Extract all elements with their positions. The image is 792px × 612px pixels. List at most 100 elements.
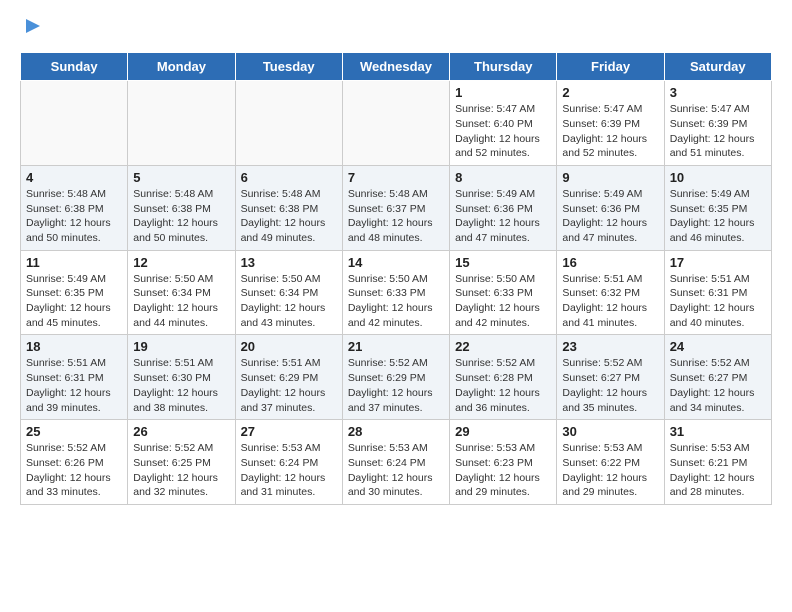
day-info: Sunrise: 5:51 AM Sunset: 6:32 PM Dayligh… — [562, 272, 658, 331]
day-number: 20 — [241, 339, 337, 354]
day-number: 12 — [133, 255, 229, 270]
day-info: Sunrise: 5:53 AM Sunset: 6:24 PM Dayligh… — [348, 441, 444, 500]
calendar-cell: 13 Sunrise: 5:50 AM Sunset: 6:34 PM Dayli… — [235, 250, 342, 335]
day-number: 16 — [562, 255, 658, 270]
day-info: Sunrise: 5:52 AM Sunset: 6:27 PM Dayligh… — [670, 356, 766, 415]
day-info: Sunrise: 5:52 AM Sunset: 6:27 PM Dayligh… — [562, 356, 658, 415]
day-number: 2 — [562, 85, 658, 100]
day-info: Sunrise: 5:53 AM Sunset: 6:24 PM Dayligh… — [241, 441, 337, 500]
day-number: 28 — [348, 424, 444, 439]
calendar-week-row: 1Sunrise: 5:47 AM Sunset: 6:40 PM Daylig… — [21, 81, 772, 166]
calendar-cell: 16 Sunrise: 5:51 AM Sunset: 6:32 PM Dayli… — [557, 250, 664, 335]
day-info: Sunrise: 5:47 AM Sunset: 6:39 PM Dayligh… — [562, 102, 658, 161]
day-number: 23 — [562, 339, 658, 354]
day-number: 13 — [241, 255, 337, 270]
day-number: 9 — [562, 170, 658, 185]
logo — [20, 20, 42, 44]
day-info: Sunrise: 5:49 AM Sunset: 6:36 PM Dayligh… — [455, 187, 551, 246]
day-number: 15 — [455, 255, 551, 270]
day-number: 8 — [455, 170, 551, 185]
day-info: Sunrise: 5:52 AM Sunset: 6:25 PM Dayligh… — [133, 441, 229, 500]
day-number: 25 — [26, 424, 122, 439]
calendar-cell: 4Sunrise: 5:48 AM Sunset: 6:38 PM Daylig… — [21, 165, 128, 250]
calendar-cell: 30 Sunrise: 5:53 AM Sunset: 6:22 PM Dayli… — [557, 420, 664, 505]
calendar-week-row: 11Sunrise: 5:49 AM Sunset: 6:35 PM Dayli… — [21, 250, 772, 335]
day-number: 21 — [348, 339, 444, 354]
calendar-cell: 5 Sunrise: 5:48 AM Sunset: 6:38 PM Daylig… — [128, 165, 235, 250]
day-info: Sunrise: 5:49 AM Sunset: 6:36 PM Dayligh… — [562, 187, 658, 246]
logo-arrow-icon — [24, 17, 42, 35]
day-of-week-wednesday: Wednesday — [342, 53, 449, 81]
day-number: 29 — [455, 424, 551, 439]
day-of-week-saturday: Saturday — [664, 53, 771, 81]
calendar-cell: 14Sunrise: 5:50 AM Sunset: 6:33 PM Dayli… — [342, 250, 449, 335]
day-info: Sunrise: 5:50 AM Sunset: 6:33 PM Dayligh… — [348, 272, 444, 331]
day-number: 30 — [562, 424, 658, 439]
calendar-cell: 15 Sunrise: 5:50 AM Sunset: 6:33 PM Dayli… — [450, 250, 557, 335]
day-info: Sunrise: 5:51 AM Sunset: 6:31 PM Dayligh… — [26, 356, 122, 415]
calendar-body: 1Sunrise: 5:47 AM Sunset: 6:40 PM Daylig… — [21, 81, 772, 505]
calendar-cell: 12 Sunrise: 5:50 AM Sunset: 6:34 PM Dayli… — [128, 250, 235, 335]
day-info: Sunrise: 5:53 AM Sunset: 6:21 PM Dayligh… — [670, 441, 766, 500]
day-info: Sunrise: 5:53 AM Sunset: 6:22 PM Dayligh… — [562, 441, 658, 500]
calendar-cell: 7 Sunrise: 5:48 AM Sunset: 6:37 PM Daylig… — [342, 165, 449, 250]
day-of-week-tuesday: Tuesday — [235, 53, 342, 81]
day-of-week-sunday: Sunday — [21, 53, 128, 81]
day-number: 6 — [241, 170, 337, 185]
day-info: Sunrise: 5:50 AM Sunset: 6:34 PM Dayligh… — [133, 272, 229, 331]
calendar-cell: 6 Sunrise: 5:48 AM Sunset: 6:38 PM Daylig… — [235, 165, 342, 250]
calendar-cell: 21 Sunrise: 5:52 AM Sunset: 6:29 PM Dayli… — [342, 335, 449, 420]
calendar-cell — [128, 81, 235, 166]
calendar-table: SundayMondayTuesdayWednesdayThursdayFrid… — [20, 52, 772, 505]
calendar-cell: 18 Sunrise: 5:51 AM Sunset: 6:31 PM Dayli… — [21, 335, 128, 420]
day-number: 26 — [133, 424, 229, 439]
day-info: Sunrise: 5:48 AM Sunset: 6:38 PM Dayligh… — [133, 187, 229, 246]
day-number: 1 — [455, 85, 551, 100]
calendar-cell: 3 Sunrise: 5:47 AM Sunset: 6:39 PM Daylig… — [664, 81, 771, 166]
day-number: 22 — [455, 339, 551, 354]
calendar-cell: 25 Sunrise: 5:52 AM Sunset: 6:26 PM Dayli… — [21, 420, 128, 505]
day-number: 18 — [26, 339, 122, 354]
day-number: 4 — [26, 170, 122, 185]
day-number: 5 — [133, 170, 229, 185]
day-info: Sunrise: 5:52 AM Sunset: 6:26 PM Dayligh… — [26, 441, 122, 500]
day-info: Sunrise: 5:50 AM Sunset: 6:34 PM Dayligh… — [241, 272, 337, 331]
calendar-cell — [342, 81, 449, 166]
calendar-header-row: SundayMondayTuesdayWednesdayThursdayFrid… — [21, 53, 772, 81]
calendar-cell: 2 Sunrise: 5:47 AM Sunset: 6:39 PM Daylig… — [557, 81, 664, 166]
day-info: Sunrise: 5:47 AM Sunset: 6:39 PM Dayligh… — [670, 102, 766, 161]
day-info: Sunrise: 5:49 AM Sunset: 6:35 PM Dayligh… — [26, 272, 122, 331]
day-info: Sunrise: 5:48 AM Sunset: 6:38 PM Dayligh… — [241, 187, 337, 246]
calendar-cell: 20 Sunrise: 5:51 AM Sunset: 6:29 PM Dayli… — [235, 335, 342, 420]
calendar-cell — [21, 81, 128, 166]
calendar-cell — [235, 81, 342, 166]
day-info: Sunrise: 5:49 AM Sunset: 6:35 PM Dayligh… — [670, 187, 766, 246]
day-info: Sunrise: 5:52 AM Sunset: 6:28 PM Dayligh… — [455, 356, 551, 415]
day-number: 10 — [670, 170, 766, 185]
day-number: 19 — [133, 339, 229, 354]
day-info: Sunrise: 5:50 AM Sunset: 6:33 PM Dayligh… — [455, 272, 551, 331]
day-info: Sunrise: 5:51 AM Sunset: 6:30 PM Dayligh… — [133, 356, 229, 415]
calendar-cell: 19 Sunrise: 5:51 AM Sunset: 6:30 PM Dayli… — [128, 335, 235, 420]
day-number: 24 — [670, 339, 766, 354]
calendar-cell: 9 Sunrise: 5:49 AM Sunset: 6:36 PM Daylig… — [557, 165, 664, 250]
day-of-week-thursday: Thursday — [450, 53, 557, 81]
calendar-week-row: 25 Sunrise: 5:52 AM Sunset: 6:26 PM Dayli… — [21, 420, 772, 505]
day-info: Sunrise: 5:51 AM Sunset: 6:31 PM Dayligh… — [670, 272, 766, 331]
calendar-cell: 8 Sunrise: 5:49 AM Sunset: 6:36 PM Daylig… — [450, 165, 557, 250]
day-number: 7 — [348, 170, 444, 185]
day-info: Sunrise: 5:53 AM Sunset: 6:23 PM Dayligh… — [455, 441, 551, 500]
calendar-cell: 31 Sunrise: 5:53 AM Sunset: 6:21 PM Dayli… — [664, 420, 771, 505]
calendar-week-row: 4 Sunrise: 5:48 AM Sunset: 6:38 PM Daylig… — [21, 165, 772, 250]
day-number: 17 — [670, 255, 766, 270]
day-info: Sunrise: 5:48 AM Sunset: 6:37 PM Dayligh… — [348, 187, 444, 246]
day-number: 3 — [670, 85, 766, 100]
calendar-cell: 28 Sunrise: 5:53 AM Sunset: 6:24 PM Dayli… — [342, 420, 449, 505]
day-number: 27 — [241, 424, 337, 439]
day-of-week-monday: Monday — [128, 53, 235, 81]
day-info: Sunrise: 5:51 AM Sunset: 6:29 PM Dayligh… — [241, 356, 337, 415]
calendar-cell: 1Sunrise: 5:47 AM Sunset: 6:40 PM Daylig… — [450, 81, 557, 166]
day-info: Sunrise: 5:52 AM Sunset: 6:29 PM Dayligh… — [348, 356, 444, 415]
day-number: 31 — [670, 424, 766, 439]
calendar-cell: 10 Sunrise: 5:49 AM Sunset: 6:35 PM Dayli… — [664, 165, 771, 250]
